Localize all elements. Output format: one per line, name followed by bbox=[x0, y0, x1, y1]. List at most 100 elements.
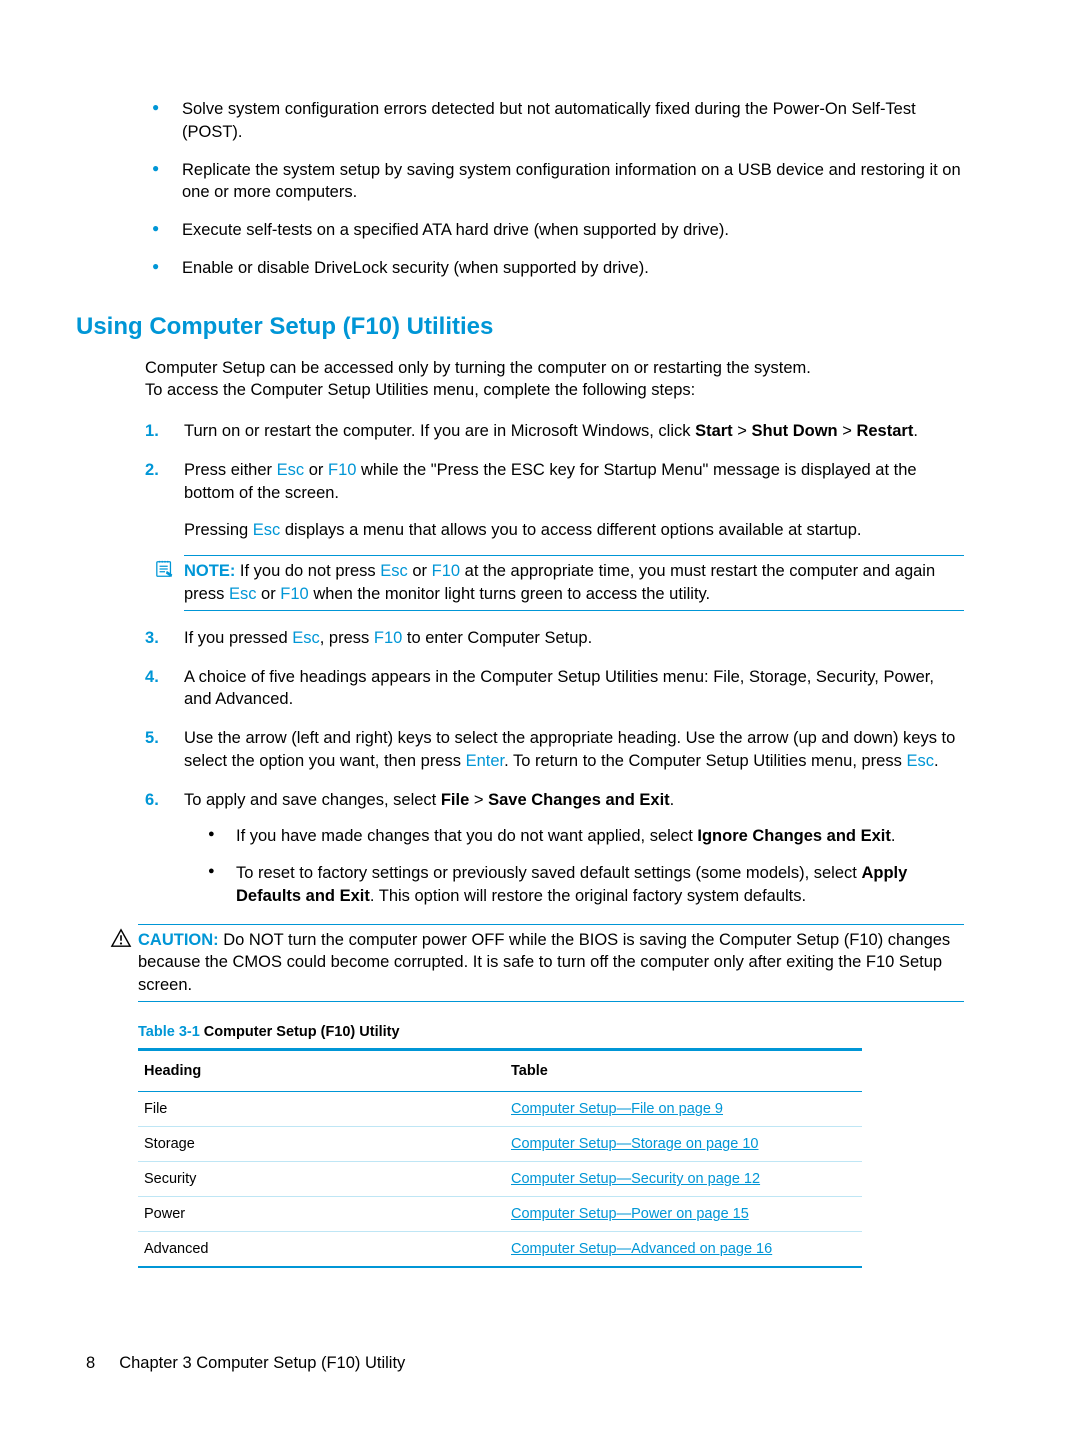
step-text: A choice of five headings appears in the… bbox=[184, 666, 964, 712]
bold: File bbox=[441, 791, 469, 809]
list-item: Replicate the system setup by saving sys… bbox=[152, 159, 964, 205]
xref-link[interactable]: Computer Setup—Security on page 12 bbox=[511, 1171, 760, 1187]
bold: Start bbox=[695, 422, 733, 440]
text: If you pressed bbox=[184, 629, 292, 647]
cell-link: Computer Setup—Advanced on page 16 bbox=[505, 1232, 862, 1268]
table-row: Advanced Computer Setup—Advanced on page… bbox=[138, 1232, 862, 1268]
caution-label: CAUTION: bbox=[138, 931, 219, 949]
text: . bbox=[913, 422, 918, 440]
key-esc: Esc bbox=[380, 562, 408, 580]
step-text: Pressing Esc displays a menu that allows… bbox=[184, 519, 964, 542]
step-text: If you pressed Esc, press F10 to enter C… bbox=[184, 627, 964, 650]
caution-text: Do NOT turn the computer power OFF while… bbox=[138, 931, 950, 995]
sub-bullet-list: If you have made changes that you do not… bbox=[208, 825, 964, 907]
bold: Shut Down bbox=[751, 422, 837, 440]
text: or bbox=[304, 461, 328, 479]
cell-link: Computer Setup—Security on page 12 bbox=[505, 1162, 862, 1197]
bullet-text: Solve system configuration errors detect… bbox=[182, 100, 916, 141]
table-row: File Computer Setup—File on page 9 bbox=[138, 1092, 862, 1127]
key-f10: F10 bbox=[432, 562, 460, 580]
text: . bbox=[934, 752, 939, 770]
xref-link[interactable]: Computer Setup—Storage on page 10 bbox=[511, 1136, 758, 1152]
intro-paragraph: Computer Setup can be accessed only by t… bbox=[145, 357, 964, 403]
document-page: Solve system configuration errors detect… bbox=[0, 0, 1080, 1437]
list-item: Solve system configuration errors detect… bbox=[152, 98, 964, 144]
col-heading: Heading bbox=[138, 1050, 505, 1092]
key-enter: Enter bbox=[466, 752, 505, 770]
text: . bbox=[891, 827, 896, 845]
text: If you have made changes that you do not… bbox=[236, 827, 697, 845]
cell-heading: Advanced bbox=[138, 1232, 505, 1268]
intro-line: Computer Setup can be accessed only by t… bbox=[145, 359, 811, 377]
note-label: NOTE: bbox=[184, 562, 235, 580]
cell-heading: Storage bbox=[138, 1127, 505, 1162]
intro-bullet-list: Solve system configuration errors detect… bbox=[152, 98, 964, 280]
caution-box: CAUTION: Do NOT turn the computer power … bbox=[138, 924, 964, 1002]
xref-link[interactable]: Computer Setup—Power on page 15 bbox=[511, 1206, 749, 1222]
text: . To return to the Computer Setup Utilit… bbox=[504, 752, 906, 770]
step-item: Use the arrow (left and right) keys to s… bbox=[145, 727, 964, 773]
table-header-row: Heading Table bbox=[138, 1050, 862, 1092]
text: , press bbox=[320, 629, 374, 647]
key-esc: Esc bbox=[229, 585, 257, 603]
bold: Restart bbox=[856, 422, 913, 440]
list-item: Enable or disable DriveLock security (wh… bbox=[152, 257, 964, 280]
step-text: Press either Esc or F10 while the "Press… bbox=[184, 459, 964, 505]
list-item: Execute self-tests on a specified ATA ha… bbox=[152, 219, 964, 242]
table-row: Storage Computer Setup—Storage on page 1… bbox=[138, 1127, 862, 1162]
page-number: 8 bbox=[86, 1354, 95, 1372]
xref-link[interactable]: Computer Setup—Advanced on page 16 bbox=[511, 1241, 772, 1257]
key-f10: F10 bbox=[280, 585, 308, 603]
xref-link[interactable]: Computer Setup—File on page 9 bbox=[511, 1101, 723, 1117]
f10-utility-table: Heading Table File Computer Setup—File o… bbox=[138, 1048, 862, 1268]
text: To apply and save changes, select bbox=[184, 791, 441, 809]
table-row: Security Computer Setup—Security on page… bbox=[138, 1162, 862, 1197]
key-esc: Esc bbox=[292, 629, 320, 647]
text: or bbox=[256, 585, 280, 603]
bullet-text: Enable or disable DriveLock security (wh… bbox=[182, 259, 649, 277]
step-item: To apply and save changes, select File >… bbox=[145, 789, 964, 908]
bold: Save Changes and Exit bbox=[488, 791, 670, 809]
text: displays a menu that allows you to acces… bbox=[280, 521, 861, 539]
table-number: Table 3-1 bbox=[138, 1024, 200, 1040]
section-heading: Using Computer Setup (F10) Utilities bbox=[76, 310, 964, 343]
key-esc: Esc bbox=[253, 521, 281, 539]
bullet-text: Replicate the system setup by saving sys… bbox=[182, 161, 961, 202]
list-item: If you have made changes that you do not… bbox=[208, 825, 964, 848]
step-item: Press either Esc or F10 while the "Press… bbox=[145, 459, 964, 611]
note-icon bbox=[154, 559, 176, 586]
text: . This option will restore the original … bbox=[370, 887, 806, 905]
text: to enter Computer Setup. bbox=[402, 629, 592, 647]
text: . bbox=[670, 791, 675, 809]
text: > bbox=[733, 422, 752, 440]
list-item: To reset to factory settings or previous… bbox=[208, 862, 964, 908]
text: Turn on or restart the computer. If you … bbox=[184, 422, 695, 440]
chapter-title: Chapter 3 Computer Setup (F10) Utility bbox=[119, 1354, 405, 1372]
cell-heading: File bbox=[138, 1092, 505, 1127]
step-item: A choice of five headings appears in the… bbox=[145, 666, 964, 712]
step-text: Turn on or restart the computer. If you … bbox=[184, 420, 964, 443]
text: To reset to factory settings or previous… bbox=[236, 864, 861, 882]
text: > bbox=[469, 791, 488, 809]
col-heading: Table bbox=[505, 1050, 862, 1092]
bold: Ignore Changes and Exit bbox=[697, 827, 890, 845]
step-item: If you pressed Esc, press F10 to enter C… bbox=[145, 627, 964, 650]
key-f10: F10 bbox=[374, 629, 402, 647]
note-box: NOTE: If you do not press Esc or F10 at … bbox=[184, 555, 964, 611]
steps-list: Turn on or restart the computer. If you … bbox=[145, 420, 964, 907]
table-caption: Table 3-1 Computer Setup (F10) Utility bbox=[138, 1022, 964, 1042]
step-text: Use the arrow (left and right) keys to s… bbox=[184, 727, 964, 773]
cell-link: Computer Setup—Power on page 15 bbox=[505, 1197, 862, 1232]
table-row: Power Computer Setup—Power on page 15 bbox=[138, 1197, 862, 1232]
key-esc: Esc bbox=[906, 752, 934, 770]
step-text: To apply and save changes, select File >… bbox=[184, 789, 964, 812]
step-item: Turn on or restart the computer. If you … bbox=[145, 420, 964, 443]
table-title: Computer Setup (F10) Utility bbox=[200, 1024, 400, 1040]
caution-icon bbox=[110, 928, 132, 955]
cell-heading: Power bbox=[138, 1197, 505, 1232]
cell-link: Computer Setup—Storage on page 10 bbox=[505, 1127, 862, 1162]
page-footer: 8 Chapter 3 Computer Setup (F10) Utility bbox=[86, 1352, 405, 1375]
intro-line: To access the Computer Setup Utilities m… bbox=[145, 381, 695, 399]
text: when the monitor light turns green to ac… bbox=[309, 585, 710, 603]
text: > bbox=[838, 422, 857, 440]
